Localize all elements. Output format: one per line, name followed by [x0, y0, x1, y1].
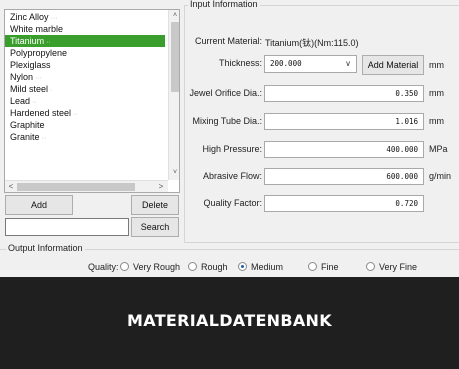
list-item[interactable]: White marble	[5, 23, 165, 35]
radio-label: Medium	[251, 262, 284, 272]
caption-banner: MATERIALDATENBANK	[0, 277, 459, 369]
jewel-orifice-unit: mm	[429, 88, 444, 98]
material-list[interactable]: Zinc Alloy ··· White marble Titanium ·· Po…	[4, 9, 180, 193]
scroll-thumb-horizontal[interactable]	[17, 183, 135, 191]
radio-label: Rough	[201, 262, 228, 272]
list-item-label: Polypropylene	[10, 48, 68, 58]
scroll-left-icon[interactable]: <	[5, 181, 17, 192]
search-button[interactable]: Search	[131, 217, 179, 237]
abrasive-flow-label: Abrasive Flow:	[202, 171, 262, 181]
radio-medium[interactable]: Medium	[238, 261, 283, 273]
scroll-down-icon[interactable]: ˅	[169, 168, 179, 178]
quality-factor-input[interactable]: 0.720	[264, 195, 424, 212]
radio-very-rough[interactable]: Very Rough	[120, 261, 180, 273]
add-material-button[interactable]: Add Material	[362, 55, 424, 75]
radio-rough[interactable]: Rough	[188, 261, 228, 273]
list-item-label: White marble	[10, 24, 64, 34]
radio-label: Very Rough	[133, 262, 181, 272]
banner-title: MATERIALDATENBANK	[127, 311, 332, 330]
list-item-label: Graphite	[10, 120, 45, 130]
current-material-value: Titanium(钛)(Nm:115.0)	[265, 38, 359, 48]
jewel-orifice-label: Jewel Orifice Dia.:	[189, 88, 262, 98]
radio-fine[interactable]: Fine	[308, 261, 339, 273]
list-item[interactable]: Polypropylene	[5, 47, 165, 59]
horizontal-scrollbar[interactable]: < >	[5, 180, 168, 192]
radio-label: Fine	[321, 262, 339, 272]
list-item-label: Titanium	[10, 36, 45, 46]
jewel-orifice-input[interactable]: 0.350	[264, 85, 424, 102]
list-item-label: Zinc Alloy	[10, 12, 49, 22]
list-item-selected[interactable]: Titanium ··	[5, 35, 165, 47]
radio-icon	[188, 262, 197, 271]
high-pressure-unit: MPa	[429, 144, 448, 154]
add-button[interactable]: Add	[5, 195, 73, 215]
abrasive-flow-unit: g/min	[429, 171, 452, 181]
radio-very-fine[interactable]: Very Fine	[366, 261, 417, 273]
mixing-tube-unit: mm	[429, 116, 444, 126]
list-item[interactable]: Nylon ···	[5, 71, 165, 83]
list-item[interactable]: Granite ··	[5, 131, 165, 143]
list-item-label: Mild steel	[10, 84, 49, 94]
quality-label: Quality:	[88, 262, 119, 272]
high-pressure-label: High Pressure:	[202, 144, 262, 154]
input-info-title: Input Information	[188, 0, 260, 9]
radio-icon	[308, 262, 317, 271]
scroll-thumb[interactable]	[171, 22, 179, 92]
high-pressure-input[interactable]: 400.000	[264, 141, 424, 158]
list-item-label: Plexiglass	[10, 60, 51, 70]
thickness-value: 200.000	[270, 59, 302, 68]
thickness-dropdown[interactable]: 200.000 ∨	[264, 55, 357, 73]
radio-selected-icon	[238, 262, 247, 271]
thickness-label: Thickness:	[218, 58, 262, 68]
output-info-title: Output Information	[6, 243, 85, 253]
list-item-label: Hardened steel	[10, 108, 72, 118]
chevron-down-icon: ∨	[345, 59, 351, 68]
quality-factor-label: Quality Factor:	[203, 198, 262, 208]
current-material-label: Current Material:	[194, 36, 262, 46]
list-item-label: Lead	[10, 96, 31, 106]
vertical-scrollbar[interactable]: ˄ ˅	[168, 10, 179, 180]
scroll-up-icon[interactable]: ˄	[169, 11, 179, 21]
list-item[interactable]: Plexiglass	[5, 59, 165, 71]
list-item[interactable]: Zinc Alloy ···	[5, 11, 165, 23]
list-item[interactable]: Lead ··	[5, 95, 165, 107]
scroll-right-icon[interactable]: >	[155, 181, 167, 192]
list-item-label: Nylon	[10, 72, 34, 82]
thickness-unit: mm	[429, 60, 444, 70]
abrasive-flow-input[interactable]: 600.000	[264, 168, 424, 185]
list-item[interactable]: Graphite	[5, 119, 165, 131]
mixing-tube-label: Mixing Tube Dia.:	[192, 116, 262, 126]
radio-icon	[366, 262, 375, 271]
list-item[interactable]: Hardened steel ··	[5, 107, 165, 119]
radio-icon	[120, 262, 129, 271]
app-window: Zinc Alloy ··· White marble Titanium ·· Po…	[0, 0, 459, 277]
radio-label: Very Fine	[379, 262, 418, 272]
list-item[interactable]: Mild steel ·	[5, 83, 165, 95]
delete-button[interactable]: Delete	[131, 195, 179, 215]
search-input[interactable]	[5, 218, 129, 236]
list-item-label: Granite	[10, 132, 40, 142]
mixing-tube-input[interactable]: 1.016	[264, 113, 424, 130]
